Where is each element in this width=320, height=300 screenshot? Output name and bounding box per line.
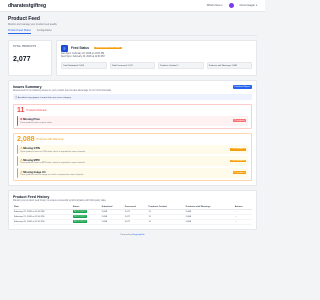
feed-history-card: Product Feed History Monitor your produc…	[8, 189, 257, 230]
feed-stats: Total Submitted: 2,098 Total Processed: …	[61, 62, 252, 69]
issue-desc: These products have no price value.	[20, 121, 53, 124]
cell-submitted: 2,098	[100, 219, 124, 225]
page-title: Product Feed	[8, 16, 40, 22]
history-title: Product Feed History	[13, 194, 50, 199]
cell-warnings: 2,088	[184, 219, 234, 225]
download-report-button[interactable]: Download Report	[232, 84, 252, 89]
issue-item-missing-gtin[interactable]: ⚠ Missing GTIN These products have no GT…	[17, 144, 248, 155]
issues-header: Issues Summary Review and fix the follow…	[13, 84, 252, 92]
stat-total-submitted: Total Submitted: 2,098	[61, 62, 107, 69]
issue-desc: These products have no image url, which …	[20, 174, 84, 177]
deleted-count: 11	[17, 106, 25, 114]
cell-processed: 2,077	[123, 219, 148, 225]
summary-row: TOTAL PRODUCTS 2,077 ≡ Feed Status Synch…	[8, 39, 257, 76]
issue-desc: These products have no MPN value, which …	[20, 162, 86, 165]
issue-item-missing-price[interactable]: ⊗ Missing Price These products have no p…	[17, 115, 248, 126]
feed-status-title: Feed Status	[71, 46, 90, 50]
tab-bar: Product Feed Status Configuration	[8, 29, 257, 36]
table-row: February 20, 2026 at 12:00 PM Synchroniz…	[13, 219, 252, 225]
history-subtitle: Monitor your product feed history to ens…	[13, 199, 107, 202]
deleted-label: Products Deleted	[26, 108, 47, 112]
deleted-group: 11 Products Deleted ⊗ Missing Price Thes…	[13, 103, 252, 129]
feed-icon: ≡	[61, 44, 68, 52]
stat-products-omitted: Products Omitted: 1	[158, 62, 204, 69]
user-menu[interactable]: Ghost Gagan ▾	[240, 4, 257, 7]
cell-omitted: 11	[147, 219, 185, 225]
warnings-group: 2,088 Products with Warnings ⚠ Missing G…	[13, 132, 252, 181]
total-products-card: TOTAL PRODUCTS 2,077	[8, 39, 52, 76]
issues-title: Issues Summary	[13, 84, 42, 89]
feed-status-card: ≡ Feed Status Synchronization with Issue…	[56, 39, 257, 76]
total-products-label: TOTAL PRODUCTS	[13, 44, 37, 48]
warnings-group-header[interactable]: 2,088 Products with Warnings	[14, 134, 251, 145]
issues-subtitle: Review and fix the following issues in y…	[13, 89, 112, 92]
footer: Powered by RegistryHub	[8, 234, 257, 236]
feed-status-badge: Synchronization with Issues	[94, 46, 122, 50]
issue-count-pill[interactable]: 2,066 products	[230, 148, 246, 151]
stat-total-processed: Total Processed: 2,077	[109, 62, 155, 69]
issue-desc: These products have no GTIN value, which…	[20, 150, 86, 153]
tab-product-feed-status[interactable]: Product Feed Status	[8, 29, 31, 34]
next-sync: Next Sync: February 23, 2026 at 12:00 PM	[61, 56, 105, 59]
history-table: Date Status Submitted Processed Products…	[13, 204, 252, 225]
row-actions-button[interactable]: ···	[233, 219, 252, 225]
issue-count-pill[interactable]: 11 products	[233, 119, 246, 123]
cell-date: February 20, 2026 at 12:00 PM	[13, 219, 72, 225]
footer-prefix: Powered by	[120, 233, 132, 236]
total-products-value: 2,077	[13, 55, 31, 63]
status-badge: Synchronized	[72, 220, 87, 223]
info-text: A product may appear in more than one is…	[17, 96, 72, 99]
info-bar: ⓘ A product may appear in more than one …	[13, 93, 252, 100]
status-badge: Synchronized	[72, 215, 87, 218]
issue-count-pill[interactable]: 2,066 products	[230, 159, 246, 163]
issue-title: Missing GTIN	[23, 147, 40, 151]
issue-count-pill[interactable]: 22 products	[232, 171, 246, 175]
top-right-nav: What's New ▾ Ghost Gagan ▾	[207, 3, 257, 8]
footer-link[interactable]: RegistryHub	[133, 234, 145, 236]
tab-configuration[interactable]: Configuration	[37, 29, 52, 34]
whats-new-menu[interactable]: What's New ▾	[207, 4, 223, 7]
issues-summary-card: Issues Summary Review and fix the follow…	[8, 79, 257, 186]
stat-products-warnings: Products with Warnings: 2,088	[206, 62, 252, 69]
avatar[interactable]	[228, 3, 234, 8]
main-content: Product Feed Monitor and manage your pro…	[0, 12, 265, 240]
warnings-count: 2,088	[17, 135, 35, 143]
page-subtitle: Monitor and manage your product feed qua…	[8, 23, 57, 26]
issue-item-missing-image-url[interactable]: ⚠ Missing Image Url These products have …	[17, 167, 248, 178]
brand-name: dharatestgiftreg	[8, 2, 47, 9]
feed-status-meta: Last Sync: February 22, 2026 at 12:00 PM…	[61, 53, 252, 59]
deleted-group-header[interactable]: 11 Products Deleted	[14, 105, 251, 116]
feed-status-header: ≡ Feed Status Synchronization with Issue…	[61, 44, 252, 52]
top-bar: dharatestgiftreg What's New ▾ Ghost Gaga…	[0, 0, 265, 12]
status-badge: Synchronized	[72, 210, 87, 213]
issue-item-missing-mpn[interactable]: ⚠ Missing MPN These products have no MPN…	[17, 156, 248, 166]
warnings-label: Products with Warnings	[36, 137, 64, 141]
